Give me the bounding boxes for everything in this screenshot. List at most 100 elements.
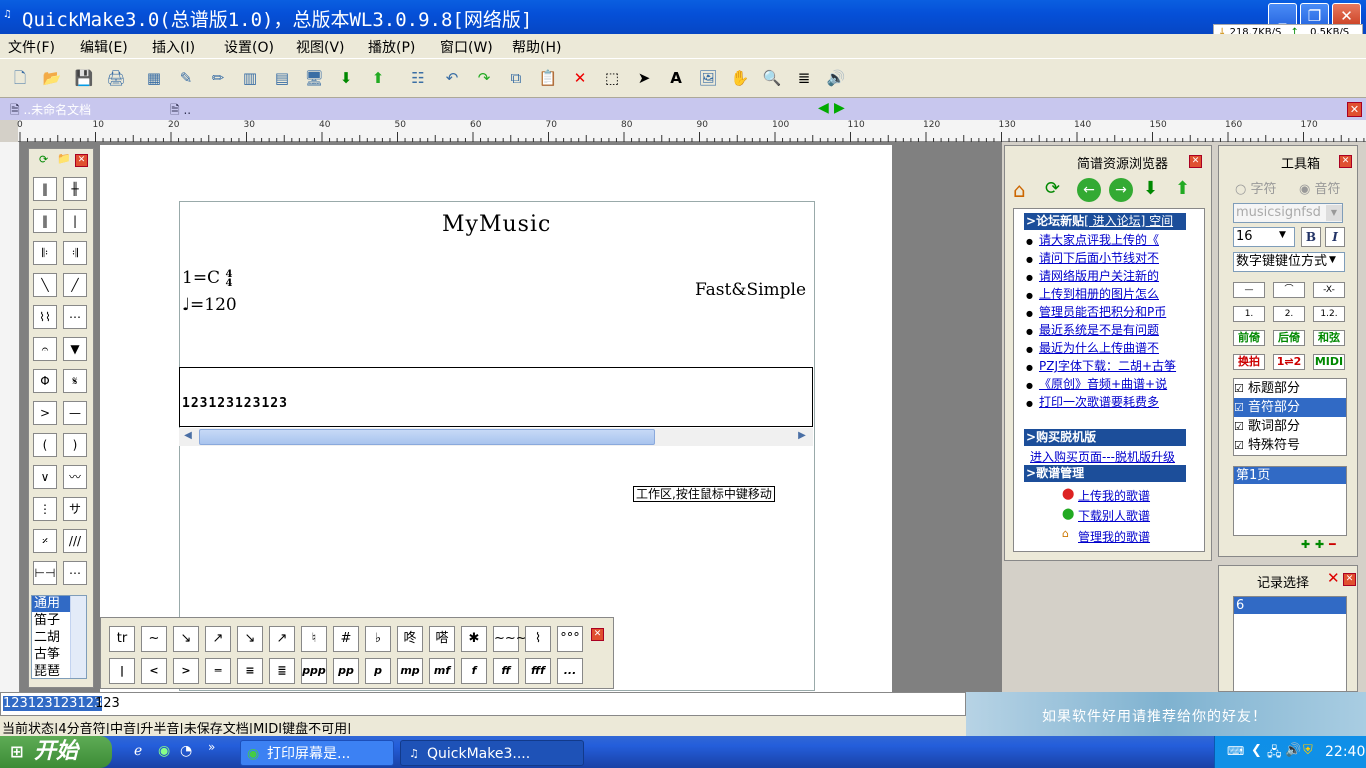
recommend-banner[interactable]: 如果软件好用请推荐给你的好友！ (966, 692, 1366, 736)
symbol-slide-up-button[interactable]: ↗ (205, 626, 231, 652)
symbol-flat-button[interactable]: ♭ (365, 626, 391, 652)
quicklaunch-search-icon[interactable]: ◔ (180, 743, 192, 759)
refresh-icon[interactable]: ⟳ (39, 153, 48, 166)
check-lyrics[interactable]: ☑ 歌词部分 (1234, 417, 1346, 436)
radio-char[interactable]: ○ 字符 (1235, 178, 1277, 197)
browser-upload-icon[interactable]: ⬆ (1175, 178, 1190, 199)
arc-tool[interactable]: ⌒ (1273, 282, 1305, 298)
quicklaunch-ie-icon[interactable]: ℯ (134, 743, 142, 759)
barline-repeat-icon[interactable]: ╫ (63, 177, 87, 201)
tab-second[interactable]: 🗎 .. (170, 101, 191, 122)
symbol-slide-down-button[interactable]: ↘ (173, 626, 199, 652)
dynamic-p-button[interactable]: p (365, 658, 391, 684)
volume-icon[interactable]: 🔊 (1285, 743, 1301, 758)
symbol-squiggle-button[interactable]: ⌇ (525, 626, 551, 652)
dynamic-crescendo-button[interactable]: < (141, 658, 167, 684)
symbol-mordent-button[interactable]: °°° (557, 626, 583, 652)
repeat-end-icon[interactable]: 𝄇 (63, 241, 87, 265)
measure-repeat-icon[interactable]: 𝄎 (33, 529, 57, 553)
scroll-left-icon[interactable]: ◀ (181, 430, 195, 444)
midi-button[interactable]: MIDI (1313, 354, 1345, 370)
download-others-score-link[interactable]: 下载别人歌谱 (1078, 507, 1150, 524)
dynamic-f-button[interactable]: f (461, 658, 487, 684)
back-icon[interactable]: ← (1077, 178, 1101, 202)
buy-page-link[interactable]: 进入购买页面--- (1030, 450, 1115, 464)
grace-before-button[interactable]: 前倚 (1233, 330, 1265, 346)
composer[interactable]: Fast&Simple (695, 280, 806, 300)
dynamic-pp-button[interactable]: pp (333, 658, 359, 684)
forum-post-item[interactable]: ● 请大家点评我上传的《 (1026, 231, 1190, 249)
forum-post-item[interactable]: ● 请问下后面小节线对不 (1026, 249, 1190, 267)
tab-untitled[interactable]: 🗎 ..未命名文档 (10, 101, 91, 122)
close-document-icon[interactable]: ✕ (1347, 102, 1362, 117)
menu-edit[interactable]: 编辑(E) (80, 37, 128, 57)
grace-after-button[interactable]: 后倚 (1273, 330, 1305, 346)
records-delete-icon[interactable]: ✕ (1327, 569, 1340, 587)
symbol-sharp-button[interactable]: # (333, 626, 359, 652)
menu-settings[interactable]: 设置(O) (224, 37, 274, 57)
change-beat-button[interactable]: 换拍 (1233, 354, 1265, 370)
upload-icon[interactable]: ⬆ (366, 66, 390, 90)
menu-help[interactable]: 帮助(H) (512, 37, 561, 57)
symbol-turn-button[interactable]: ~ (141, 626, 167, 652)
upload-my-score-link[interactable]: 上传我的歌谱 (1078, 487, 1150, 504)
line-tool-1[interactable]: — (1233, 282, 1265, 298)
slide-down-icon[interactable]: ╲ (33, 273, 57, 297)
tab-scroll-right-icon[interactable]: ▶ (834, 100, 845, 116)
key-signature[interactable]: 1=C 44 (182, 268, 232, 288)
paste-icon[interactable]: 📋 (536, 66, 560, 90)
dynamic-quad-line-button[interactable]: ≣ (269, 658, 295, 684)
volta-1-tool[interactable]: 1. (1233, 306, 1265, 322)
symbol-rise-button[interactable]: ↗ (269, 626, 295, 652)
dynamic-decrescendo-button[interactable]: > (173, 658, 199, 684)
triangle-down-icon[interactable]: ▼ (63, 337, 87, 361)
network-icon[interactable]: ☷ (406, 66, 430, 90)
tenuto-icon[interactable]: — (63, 401, 87, 425)
forum-post-item[interactable]: ● PZJ字体下载：二胡+古筝 (1026, 357, 1190, 375)
chord-button[interactable]: 和弦 (1313, 330, 1345, 346)
select-rect-icon[interactable]: ⬚ (600, 66, 624, 90)
task-print-screen[interactable]: ◉ 打印屏幕是... (240, 740, 394, 766)
image-icon[interactable]: 🖼 (696, 66, 720, 90)
add-page-icon[interactable]: ✚ (1301, 538, 1310, 551)
browser-close-icon[interactable]: ✕ (1189, 155, 1202, 168)
dynamic-fff-button[interactable]: fff (525, 658, 551, 684)
forum-link[interactable]: [ 进入论坛] 空间 (1084, 214, 1173, 228)
forum-post-item[interactable]: ● 请网络版用户关注新的 (1026, 267, 1190, 285)
forward-icon[interactable]: → (1109, 178, 1133, 202)
forum-post-item[interactable]: ● 打印一次歌谱要耗费多 (1026, 393, 1190, 411)
speaker-icon[interactable]: 🔊 (824, 66, 848, 90)
forum-post-item[interactable]: ● 管理员能否把积分和P币 (1026, 303, 1190, 321)
symbol-fall-button[interactable]: ↘ (237, 626, 263, 652)
check-notes[interactable]: ☑ 音符部分 (1234, 398, 1346, 417)
score-horizontal-scrollbar[interactable]: ◀ ▶ (179, 428, 813, 446)
copy-icon[interactable]: ⧉ (504, 66, 528, 90)
paren-open-icon[interactable]: ( (33, 433, 57, 457)
quicklaunch-browser-icon[interactable]: ◉ (158, 743, 170, 759)
size-dropdown-icon[interactable]: ▼ (1279, 230, 1286, 240)
symbol-da-button[interactable]: 嗒 (429, 626, 455, 652)
menu-file[interactable]: 文件(F) (8, 37, 55, 57)
score-notes[interactable]: 123123123123 (182, 396, 298, 411)
remove-page-icon[interactable]: ━ (1329, 538, 1336, 551)
symbol-star-button[interactable]: ✱ (461, 626, 487, 652)
undo-icon[interactable]: ↶ (440, 66, 464, 90)
dynamic-more-button[interactable]: ... (557, 658, 583, 684)
records-close-icon[interactable]: ✕ (1343, 573, 1356, 586)
computer-icon[interactable]: 🖥 (302, 66, 326, 90)
symbol-sa-icon[interactable]: サ (63, 497, 87, 521)
barline-single-icon[interactable]: | (63, 209, 87, 233)
slide-up-icon[interactable]: ╱ (63, 273, 87, 297)
paren-close-icon[interactable]: ) (63, 433, 87, 457)
check-symbols[interactable]: ☑ 特殊符号 (1234, 436, 1346, 455)
list-icon[interactable]: ≣ (792, 66, 816, 90)
pen-icon[interactable]: ✏ (206, 66, 230, 90)
tempo-marking[interactable]: ♩=120 (182, 295, 237, 315)
forum-post-item[interactable]: ● 上传到相册的图片怎么 (1026, 285, 1190, 303)
accent-icon[interactable]: > (33, 401, 57, 425)
font-dropdown-icon[interactable]: ▼ (1326, 205, 1342, 221)
symbol-trill-button[interactable]: tr (109, 626, 135, 652)
barline-thin-icon[interactable]: ‖ (33, 209, 57, 233)
coda-icon[interactable]: Φ (33, 369, 57, 393)
score-staff[interactable]: 123123123123 (179, 367, 813, 427)
